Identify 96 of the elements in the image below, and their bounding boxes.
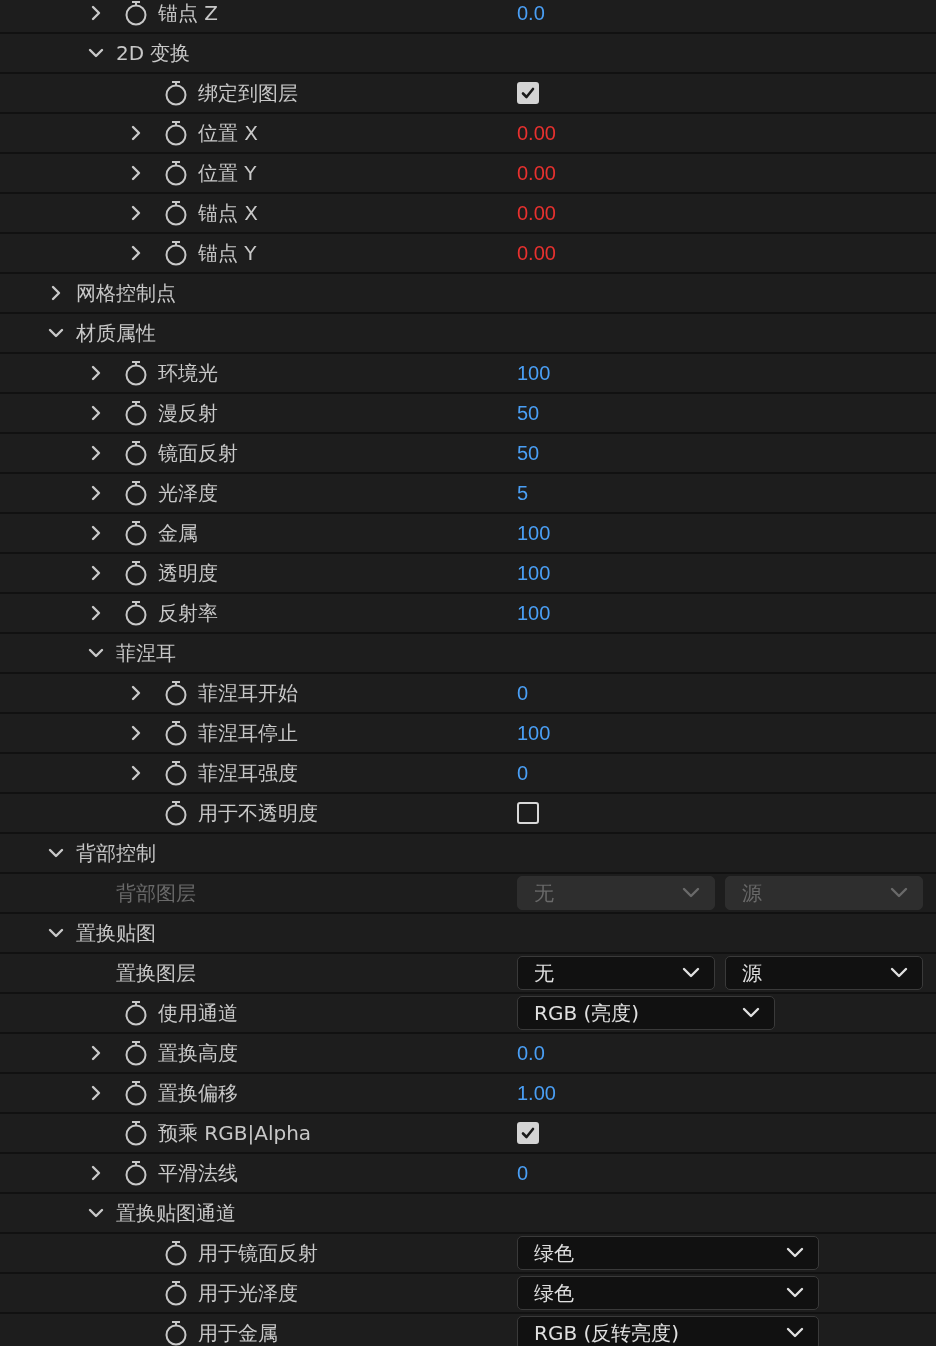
stopwatch-icon[interactable] xyxy=(164,80,188,106)
property-label: 背部图层 xyxy=(116,879,196,907)
value-field[interactable]: 0.00 xyxy=(517,201,556,225)
value-field[interactable]: 5 xyxy=(517,481,529,505)
value-field[interactable]: 1.00 xyxy=(517,1081,556,1105)
stopwatch-icon[interactable] xyxy=(164,720,188,746)
group-label: 菲涅耳 xyxy=(116,639,176,667)
chevron-down-icon xyxy=(890,887,908,899)
chevron-down-icon xyxy=(786,1247,804,1259)
value-field[interactable]: 0 xyxy=(517,1161,529,1185)
check-icon xyxy=(520,85,536,101)
property-label: 环境光 xyxy=(158,359,218,387)
property-label: 置换高度 xyxy=(158,1039,238,1067)
property-label: 透明度 xyxy=(158,559,218,587)
property-label: 镜面反射 xyxy=(158,439,238,467)
stopwatch-icon[interactable] xyxy=(124,360,148,386)
stopwatch-icon[interactable] xyxy=(164,240,188,266)
stopwatch-icon[interactable] xyxy=(124,480,148,506)
stopwatch-icon[interactable] xyxy=(164,1240,188,1266)
value-field[interactable]: 100 xyxy=(517,361,551,385)
property-label: 漫反射 xyxy=(158,399,218,427)
chevron-down-icon xyxy=(742,1007,760,1019)
property-label: 置换图层 xyxy=(116,959,196,987)
checkbox[interactable] xyxy=(517,802,539,824)
property-label: 置换偏移 xyxy=(158,1079,238,1107)
property-label: 锚点 Y xyxy=(198,239,257,267)
stopwatch-icon[interactable] xyxy=(124,520,148,546)
property-label: 用于光泽度 xyxy=(198,1279,298,1307)
stopwatch-icon[interactable] xyxy=(164,160,188,186)
value-field[interactable]: 50 xyxy=(517,441,540,465)
property-label: 预乘 RGB|Alpha xyxy=(158,1119,312,1147)
stopwatch-icon[interactable] xyxy=(124,440,148,466)
checkbox[interactable] xyxy=(517,82,539,104)
value-field[interactable]: 0.00 xyxy=(517,161,556,185)
value-field[interactable]: 100 xyxy=(517,721,551,745)
stopwatch-icon[interactable] xyxy=(164,1280,188,1306)
value-field[interactable]: 0 xyxy=(517,681,529,705)
property-label: 位置 X xyxy=(198,119,259,147)
value-field[interactable]: 50 xyxy=(517,401,540,425)
property-label: 反射率 xyxy=(158,599,218,627)
stopwatch-icon[interactable] xyxy=(124,1080,148,1106)
property-label: 锚点 X xyxy=(198,199,259,227)
value-field[interactable]: 0.00 xyxy=(517,121,556,145)
property-label: 光泽度 xyxy=(158,479,218,507)
group-label: 置换贴图 xyxy=(76,919,156,947)
value-field[interactable]: 100 xyxy=(517,521,551,545)
property-label: 金属 xyxy=(158,519,198,547)
stopwatch-icon[interactable] xyxy=(164,1320,188,1346)
value-field[interactable]: 0 xyxy=(517,761,529,785)
property-label: 锚点 Z xyxy=(158,0,219,27)
group-label: 2D 变换 xyxy=(116,39,191,67)
dropdown[interactable]: RGB (反转亮度) xyxy=(517,1316,819,1346)
value-field[interactable]: 100 xyxy=(517,561,551,585)
chevron-down-icon xyxy=(682,967,700,979)
dropdown[interactable]: 无 xyxy=(517,956,715,990)
stopwatch-icon[interactable] xyxy=(164,800,188,826)
property-label: 菲涅耳停止 xyxy=(198,719,298,747)
property-label: 网格控制点 xyxy=(76,279,176,307)
property-label: 位置 Y xyxy=(198,159,257,187)
stopwatch-icon[interactable] xyxy=(124,1000,148,1026)
stopwatch-icon[interactable] xyxy=(124,560,148,586)
stopwatch-icon[interactable] xyxy=(164,120,188,146)
dropdown[interactable]: 源 xyxy=(725,956,923,990)
stopwatch-icon[interactable] xyxy=(124,1120,148,1146)
group-label: 材质属性 xyxy=(76,319,156,347)
property-label: 使用通道 xyxy=(158,999,238,1027)
property-label: 用于不透明度 xyxy=(198,799,318,827)
property-label: 用于金属 xyxy=(198,1319,278,1346)
chevron-down-icon xyxy=(890,967,908,979)
stopwatch-icon[interactable] xyxy=(124,600,148,626)
chevron-down-icon xyxy=(682,887,700,899)
property-label: 用于镜面反射 xyxy=(198,1239,318,1267)
stopwatch-icon[interactable] xyxy=(124,0,148,26)
stopwatch-icon[interactable] xyxy=(164,760,188,786)
dropdown[interactable]: 绿色 xyxy=(517,1276,819,1310)
group-label: 置换贴图通道 xyxy=(116,1199,236,1227)
value-field[interactable]: 0.0 xyxy=(517,1,545,25)
stopwatch-icon[interactable] xyxy=(124,400,148,426)
group-label: 背部控制 xyxy=(76,839,156,867)
property-label: 菲涅耳开始 xyxy=(198,679,298,707)
property-label: 平滑法线 xyxy=(158,1159,238,1187)
checkbox[interactable] xyxy=(517,1122,539,1144)
chevron-down-icon xyxy=(786,1287,804,1299)
property-label: 菲涅耳强度 xyxy=(198,759,298,787)
stopwatch-icon[interactable] xyxy=(164,680,188,706)
value-field[interactable]: 0.00 xyxy=(517,241,556,265)
value-field[interactable]: 0.0 xyxy=(517,1041,545,1065)
property-label: 绑定到图层 xyxy=(198,79,298,107)
dropdown[interactable]: 绿色 xyxy=(517,1236,819,1270)
stopwatch-icon[interactable] xyxy=(124,1040,148,1066)
stopwatch-icon[interactable] xyxy=(124,1160,148,1186)
check-icon xyxy=(520,1125,536,1141)
chevron-down-icon xyxy=(786,1327,804,1339)
value-field[interactable]: 100 xyxy=(517,601,551,625)
dropdown[interactable]: RGB (亮度) xyxy=(517,996,775,1030)
stopwatch-icon[interactable] xyxy=(164,200,188,226)
